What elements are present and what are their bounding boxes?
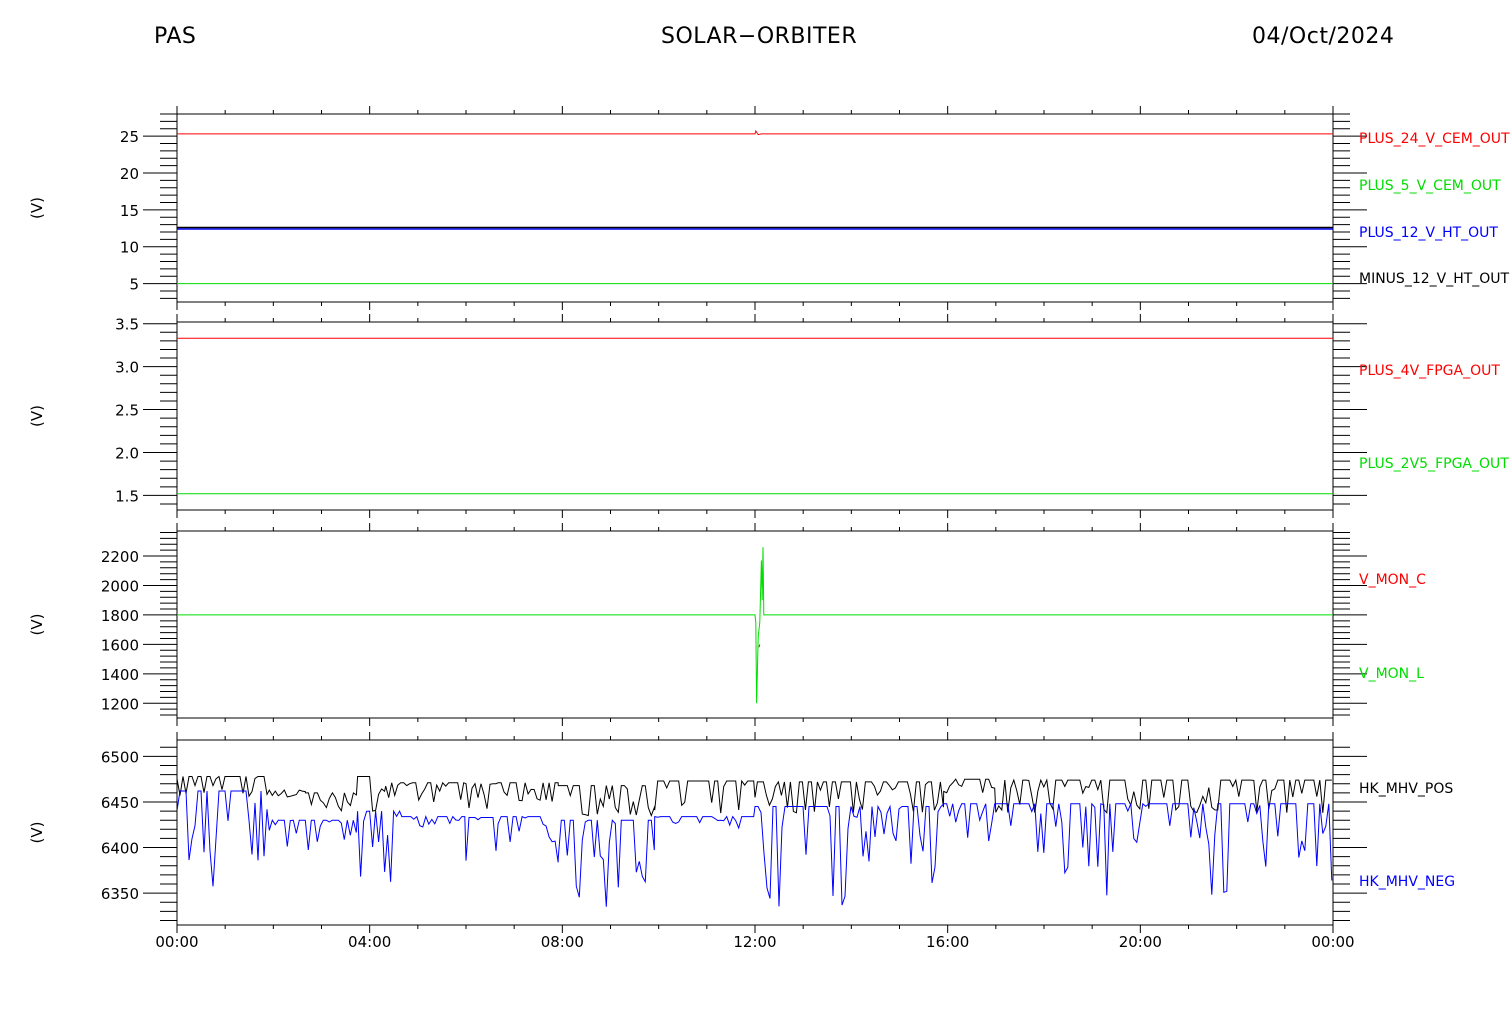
- panel-data: [177, 547, 1333, 704]
- legend-label: PLUS_5_V_CEM_OUT: [1359, 178, 1501, 194]
- y-tick-label: 3.0: [115, 359, 139, 377]
- y-tick-label: 5: [129, 276, 139, 294]
- x-tick-label: 00:00: [155, 933, 198, 951]
- y-tick-label: 3.5: [115, 316, 139, 334]
- y-axis-label: (V): [28, 614, 46, 636]
- x-tick-label: 16:00: [926, 933, 969, 951]
- x-tick-label: 12:00: [733, 933, 776, 951]
- y-tick-label: 2.5: [115, 402, 139, 420]
- y-tick-label: 1.5: [115, 487, 139, 505]
- series-line: [758, 644, 761, 648]
- y-tick-label: 2.0: [115, 444, 139, 462]
- x-tick-label: 20:00: [1119, 933, 1162, 951]
- y-tick-label: 6500: [101, 748, 139, 766]
- series-line: [177, 790, 1333, 907]
- legend-label: PLUS_12_V_HT_OUT: [1359, 225, 1498, 241]
- x-tick-label: 08:00: [541, 933, 584, 951]
- y-tick-label: 1400: [101, 666, 139, 684]
- legend-label: V_MON_L: [1359, 666, 1424, 682]
- legend-label: HK_MHV_POS: [1359, 781, 1453, 797]
- legend-label: PLUS_24_V_CEM_OUT: [1359, 131, 1510, 147]
- timeseries-chart: 5 10 15 20 25 (V) PLUS_24_V_CEM_OUT PLUS_5_V_CE…: [28, 106, 1510, 951]
- y-axis-label: (V): [28, 405, 46, 427]
- panel-frame: [176, 321, 1334, 511]
- legend-label: PLUS_2V5_FPGA_OUT: [1359, 456, 1509, 472]
- panel-3: 1200 1400 1600 1800 2000 2200 (V) V_MON_C V_MON_…: [28, 523, 1426, 726]
- x-tick-label: 00:00: [1311, 933, 1354, 951]
- legend-label: HK_MHV_NEG: [1359, 874, 1455, 890]
- y-tick-label: 25: [120, 128, 139, 146]
- panel-data: [177, 337, 1333, 495]
- y-tick-label: 10: [120, 239, 139, 257]
- y-tick-label: 2000: [101, 577, 139, 595]
- panel-2: 1.5 2.0 2.5 3.0 3.5 (V) PLUS_4V_FPGA_OUT PLUS_2…: [28, 314, 1509, 518]
- x-tick-label: 04:00: [348, 933, 391, 951]
- y-tick-label: 15: [120, 202, 139, 220]
- y-tick-label: 1600: [101, 636, 139, 654]
- series-line: [177, 547, 1333, 704]
- y-tick-label: 1200: [101, 695, 139, 713]
- panel-data: [177, 775, 1333, 907]
- y-axis-label: (V): [28, 822, 46, 844]
- panel-frame: [176, 113, 1334, 303]
- y-tick-label: 20: [120, 165, 139, 183]
- panel-frame: [176, 530, 1334, 719]
- y-tick-label: 6400: [101, 840, 139, 858]
- legend-label: MINUS_12_V_HT_OUT: [1359, 271, 1510, 287]
- panel-4: 6350 6400 6450 6500 (V) HK_MHV_POS HK_MHV_NEG: [28, 732, 1455, 933]
- series-line: [177, 129, 1333, 136]
- legend-label: V_MON_C: [1359, 572, 1426, 588]
- y-axis-label: (V): [28, 197, 46, 219]
- y-tick-label: 6350: [101, 885, 139, 903]
- legend-label: PLUS_4V_FPGA_OUT: [1359, 363, 1500, 379]
- panel-1: 5 10 15 20 25 (V) PLUS_24_V_CEM_OUT PLUS_5_V_CE…: [28, 106, 1510, 310]
- y-tick-label: 6450: [101, 794, 139, 812]
- y-tick-label: 1800: [101, 607, 139, 625]
- y-tick-label: 2200: [101, 548, 139, 566]
- panel-data: [177, 129, 1333, 285]
